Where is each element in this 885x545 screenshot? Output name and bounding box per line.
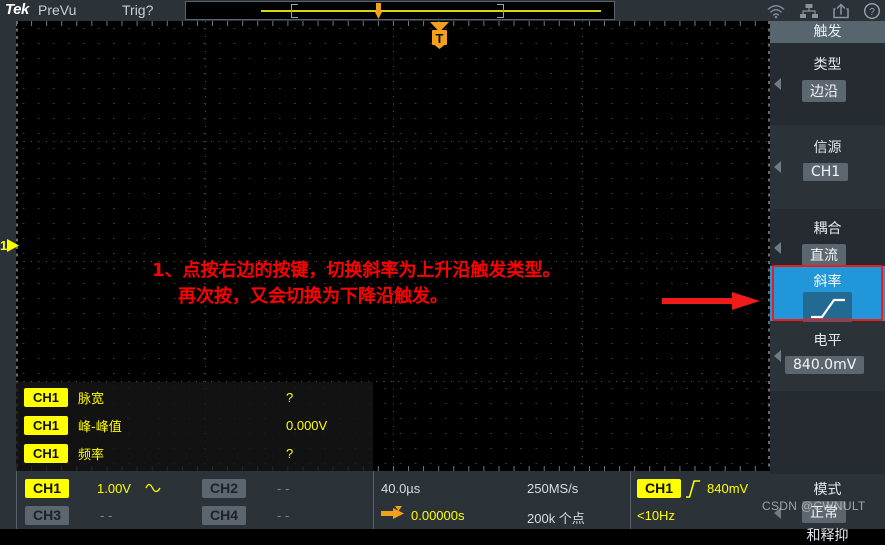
chevron-left-icon: [774, 78, 781, 90]
overview-trace: [261, 10, 601, 12]
network-icon[interactable]: [799, 3, 819, 19]
measurement-label: 峰-峰值: [78, 420, 122, 435]
measurement-value: ?: [286, 446, 294, 461]
horizontal-position-icon: [381, 506, 404, 519]
sidebar-item-type[interactable]: 类型 边沿: [770, 43, 885, 125]
header-icon-group: ?: [766, 0, 881, 21]
bottombar-divider: [373, 471, 374, 529]
trigger-frequency-value: <10Hz: [637, 508, 675, 523]
measurement-panel[interactable]: CH1 脉宽 ? CH1 峰-峰值 0.000V CH1 频率 ?: [16, 382, 373, 471]
overview-trigger-marker[interactable]: [374, 3, 383, 20]
sidebar-level-label: 电平: [813, 333, 842, 349]
sidebar-type-label: 类型: [813, 57, 842, 73]
sidebar-source-value[interactable]: CH1: [803, 163, 849, 181]
share-icon[interactable]: [832, 3, 850, 19]
chevron-left-icon: [774, 242, 781, 254]
sidebar-title: 触发: [770, 21, 885, 43]
sidebar-mode-label: 模式: [813, 482, 842, 498]
bottombar-divider: [630, 471, 631, 529]
ch1-scale: 1.00V: [97, 481, 131, 496]
graticule-top-ticks: [16, 21, 770, 26]
ch2-scale: - -: [277, 481, 290, 496]
sidebar-level-value[interactable]: 840.0mV: [785, 356, 865, 374]
sidebar-item-level[interactable]: 电平 840.0mV: [770, 322, 885, 390]
top-header-bar: Tek PreVu Trig? ?: [0, 0, 885, 21]
annotation-line-2: 再次按，又会切换为下降沿触发。: [178, 286, 448, 308]
sidebar-coupling-value[interactable]: 直流: [802, 244, 846, 266]
channel1-marker-label: 1: [0, 238, 8, 253]
sidebar-holdoff-label: 和释抑: [806, 528, 849, 544]
annotation-line-1: 1、点按右边的按键，切换斜率为上升沿触发类型。: [152, 260, 561, 281]
measurement-source-badge: CH1: [24, 444, 68, 463]
trigger-level-value[interactable]: 840mV: [707, 481, 748, 496]
annotation-arrow-icon: [662, 292, 760, 310]
sidebar-item-slope[interactable]: 斜率: [770, 266, 885, 324]
graticule-hline: [16, 141, 770, 142]
measurement-value: 0.000V: [286, 418, 328, 433]
trigger-sidebar: 触发 类型 边沿 信源 CH1 耦合 直流 斜率 电平 840.0mV 模式 正…: [770, 21, 885, 544]
channel1-position-marker[interactable]: 1: [0, 238, 20, 253]
sidebar-source-label: 信源: [813, 140, 842, 156]
ch4-button[interactable]: CH4: [202, 506, 246, 525]
sidebar-empty-section: [770, 391, 885, 474]
waveform-overview-strip[interactable]: [185, 1, 615, 20]
prevu-status: PreVu: [38, 2, 77, 18]
slope-value-box[interactable]: [803, 292, 852, 324]
measurement-source-badge: CH1: [24, 416, 68, 435]
record-length-value[interactable]: 200k 个点: [527, 508, 585, 527]
channel1-marker-arrow: [7, 239, 20, 252]
ch2-button[interactable]: CH2: [202, 479, 246, 498]
svg-text:T: T: [436, 31, 444, 46]
measurement-row[interactable]: CH1 脉宽 ?: [24, 388, 293, 407]
trigger-source-badge[interactable]: CH1: [637, 479, 681, 498]
measurement-value: ?: [286, 390, 294, 405]
rising-edge-icon: [686, 480, 701, 498]
ch4-scale: - -: [277, 508, 290, 523]
sidebar-slope-label: 斜率: [813, 274, 842, 290]
trigger-position-marker[interactable]: T: [430, 22, 449, 49]
chevron-left-icon: [774, 161, 781, 173]
chevron-left-icon: [774, 350, 781, 362]
timebase-value[interactable]: 40.0µs: [381, 481, 420, 496]
ch1-button[interactable]: CH1: [25, 479, 69, 498]
overview-bracket-left: [291, 4, 298, 18]
graticule-center-vline: [393, 21, 394, 471]
sidebar-type-value[interactable]: 边沿: [802, 80, 846, 102]
sidebar-item-source[interactable]: 信源 CH1: [770, 126, 885, 208]
horizontal-position-value[interactable]: 0.00000s: [411, 508, 465, 523]
ac-sine-icon: [145, 483, 161, 493]
measurement-row[interactable]: CH1 峰-峰值 0.000V: [24, 416, 327, 435]
trigger-status: Trig?: [122, 2, 154, 18]
measurement-label: 脉宽: [78, 392, 105, 407]
annotation-text: 1、点按右边的按键，切换斜率为上升沿触发类型。 再次按，又会切换为下降沿触发。: [152, 258, 712, 310]
sidebar-coupling-label: 耦合: [813, 221, 842, 237]
measurement-label: 频率: [78, 448, 105, 463]
svg-text:?: ?: [869, 7, 875, 18]
help-icon[interactable]: ?: [863, 2, 881, 20]
sample-rate-value[interactable]: 250MS/s: [527, 481, 578, 496]
ch3-scale: - -: [100, 508, 113, 523]
wifi-icon[interactable]: [766, 3, 786, 19]
measurement-source-badge: CH1: [24, 388, 68, 407]
tek-logo: Tek: [5, 1, 29, 18]
overview-bracket-right: [497, 4, 504, 18]
csdn-watermark: CSDN @CWNULT: [762, 499, 866, 513]
ch3-button[interactable]: CH3: [25, 506, 69, 525]
oscilloscope-screen: Tek PreVu Trig? ? 1 T 1、点按右边的按键，切换斜率为上升沿…: [0, 0, 885, 544]
graticule-vline: [582, 21, 583, 471]
measurement-row[interactable]: CH1 频率 ?: [24, 444, 293, 463]
rising-edge-icon: [811, 298, 845, 319]
